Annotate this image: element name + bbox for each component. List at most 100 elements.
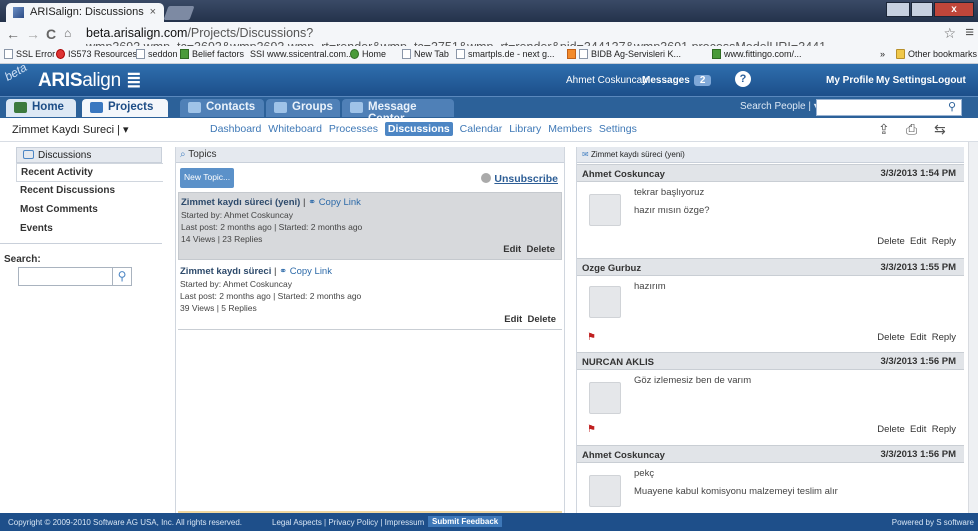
project-selector[interactable]: Zimmet Kaydı Sureci | ▾ xyxy=(12,123,129,136)
subnav-library[interactable]: Library xyxy=(509,123,541,135)
unsubscribe-icon xyxy=(481,173,492,183)
post-author[interactable]: Ahmet Coskuncay xyxy=(582,450,665,461)
legal-links[interactable]: Legal Aspects | Privacy Policy | Impress… xyxy=(272,518,424,527)
post-author[interactable]: Ahmet Coskuncay xyxy=(582,169,665,180)
bookmark-folder[interactable]: Other bookmarks xyxy=(896,49,977,59)
new-tab-button[interactable] xyxy=(163,6,195,20)
post-reply-link[interactable]: Reply xyxy=(932,236,956,247)
bookmark-item[interactable]: seddon xyxy=(136,49,178,59)
bookmark-item[interactable]: BIDB Ag-Servisleri K... xyxy=(567,49,681,59)
post-delete-link[interactable]: Delete xyxy=(877,236,904,247)
topic-title[interactable]: Zimmet kaydı süreci xyxy=(180,266,271,277)
bookmark-item[interactable]: SSL Error xyxy=(4,49,55,59)
tab-groups[interactable]: Groups xyxy=(266,99,340,117)
arisalign-logo[interactable]: ARISalign ≣ xyxy=(38,69,142,92)
tab-projects[interactable]: Projects xyxy=(82,99,168,117)
subnav-members[interactable]: Members xyxy=(548,123,592,135)
post-edit-link[interactable]: Edit xyxy=(910,332,926,343)
project-subnav: Zimmet Kaydı Sureci | ▾ Dashboard Whiteb… xyxy=(0,118,978,142)
topic-item[interactable]: Zimmet kaydı süreci | ⚭ Copy Link Starte… xyxy=(178,262,562,330)
subnav-discussions[interactable]: Discussions xyxy=(384,122,453,136)
sidebar-item-most-comments[interactable]: Most Comments xyxy=(16,201,162,220)
topic-title[interactable]: Zimmet kaydı süreci (yeni) xyxy=(181,197,300,208)
submit-feedback-button[interactable]: Submit Feedback xyxy=(428,516,503,527)
sidebar-item-recent-activity[interactable]: Recent Activity xyxy=(16,163,163,182)
post-delete-link[interactable]: Delete xyxy=(877,332,904,343)
bookmark-item[interactable]: www.fittingo.com/... xyxy=(712,49,802,59)
topic-delete-link[interactable]: Delete xyxy=(527,314,556,325)
flag-icon[interactable]: ⚑ xyxy=(587,332,596,343)
post-text-line: hazır mısın özge? xyxy=(634,205,710,216)
tab-message-center[interactable]: Message Center xyxy=(342,99,454,125)
topic-edit-link[interactable]: Edit xyxy=(503,244,521,255)
home-icon[interactable]: ⌂ xyxy=(64,26,71,40)
search-label: Search: xyxy=(4,254,41,265)
tab-close-icon[interactable]: × xyxy=(150,6,156,18)
flag-icon[interactable]: ⚑ xyxy=(587,424,596,435)
browser-toolbar: ← → C ⌂ beta.arisalign.com/Projects/Disc… xyxy=(0,22,978,54)
post-author[interactable]: Ozge Gurbuz xyxy=(582,263,641,274)
copy-link[interactable]: ⚭ Copy Link xyxy=(279,266,332,277)
bookmarks-bar: SSL Error IS573 Resources seddon Belief … xyxy=(0,46,978,64)
tab-contacts[interactable]: Contacts xyxy=(180,99,264,117)
sidebar-item-events[interactable]: Events xyxy=(16,220,162,239)
bookmark-item[interactable]: Belief factors xyxy=(180,49,244,59)
post-item: Ahmet Coskuncay 3/3/2013 1:56 PM pekç Mua… xyxy=(577,445,964,513)
messages-link[interactable]: Messages 2 xyxy=(642,75,712,86)
page-scrollbar[interactable] xyxy=(968,142,978,513)
subnav-whiteboard[interactable]: Whiteboard xyxy=(268,123,322,135)
bookmark-item[interactable]: SSI www.ssicentral.com... xyxy=(250,49,354,59)
close-window-button[interactable]: x xyxy=(934,2,974,17)
forward-icon[interactable]: → xyxy=(26,26,40,42)
discussion-search-icon[interactable]: ⚲ xyxy=(112,267,132,286)
browser-tab[interactable]: ARISalign: Discussions × xyxy=(6,3,164,22)
bookmarks-overflow[interactable]: » xyxy=(880,49,885,59)
my-settings-link[interactable]: My Settings xyxy=(876,75,932,86)
post-edit-link[interactable]: Edit xyxy=(910,424,926,435)
post-date: 3/3/2013 1:55 PM xyxy=(880,262,956,273)
export-icon[interactable]: ⇆ xyxy=(934,121,950,137)
sidebar-divider xyxy=(0,243,162,244)
bookmark-item[interactable]: smartpls.de - next g... xyxy=(456,49,555,59)
maximize-button[interactable] xyxy=(911,2,933,17)
bookmark-star-icon[interactable]: ☆ xyxy=(943,25,956,42)
avatar xyxy=(589,382,621,414)
bookmark-item[interactable]: New Tab xyxy=(402,49,449,59)
topic-edit-link[interactable]: Edit xyxy=(504,314,522,325)
post-delete-link[interactable]: Delete xyxy=(877,424,904,435)
topic-item[interactable]: Zimmet kaydı süreci (yeni) | ⚭ Copy Link… xyxy=(178,192,562,260)
topic-delete-link[interactable]: Delete xyxy=(526,244,555,255)
minimize-button[interactable] xyxy=(886,2,910,17)
share-icon[interactable]: ⇪ xyxy=(878,121,894,137)
copy-link[interactable]: ⚭ Copy Link xyxy=(308,197,361,208)
post-author[interactable]: NURCAN AKLIS xyxy=(582,357,654,368)
subnav-settings[interactable]: Settings xyxy=(599,123,637,135)
address-bar[interactable]: beta.arisalign.com/Projects/Discussions?… xyxy=(86,24,966,54)
subnav-processes[interactable]: Processes xyxy=(329,123,378,135)
subnav-calendar[interactable]: Calendar xyxy=(460,123,503,135)
reload-icon[interactable]: C xyxy=(46,26,56,42)
unsubscribe-link[interactable]: Unsubscribe xyxy=(481,173,558,185)
subnav-dashboard[interactable]: Dashboard xyxy=(210,123,261,135)
search-people-dropdown[interactable]: Search People | ▾ xyxy=(740,101,819,112)
back-icon[interactable]: ← xyxy=(6,26,20,42)
tab-home[interactable]: Home xyxy=(6,99,76,117)
logout-link[interactable]: Logout xyxy=(932,75,966,86)
bookmark-item[interactable]: IS573 Resources xyxy=(56,49,137,59)
my-profile-link[interactable]: My Profile xyxy=(826,75,874,86)
help-icon[interactable]: ? xyxy=(735,71,751,87)
posts-header: ✉ Zimmet kaydı süreci (yeni) xyxy=(577,147,964,163)
menu-icon[interactable]: ≡ xyxy=(965,24,974,41)
sidebar-item-recent-discussions[interactable]: Recent Discussions xyxy=(16,182,162,201)
print-icon[interactable]: ⎙ xyxy=(906,121,922,137)
post-date: 3/3/2013 1:56 PM xyxy=(880,449,956,460)
search-people-input[interactable] xyxy=(816,99,962,116)
search-icon[interactable]: ⚲ xyxy=(944,100,960,115)
bookmark-item[interactable]: Home xyxy=(350,49,386,59)
user-name-link[interactable]: Ahmet Coskuncay xyxy=(566,75,647,86)
projects-icon xyxy=(90,102,103,113)
post-edit-link[interactable]: Edit xyxy=(910,236,926,247)
post-reply-link[interactable]: Reply xyxy=(932,424,956,435)
post-reply-link[interactable]: Reply xyxy=(932,332,956,343)
new-topic-button[interactable]: New Topic... xyxy=(180,168,234,188)
